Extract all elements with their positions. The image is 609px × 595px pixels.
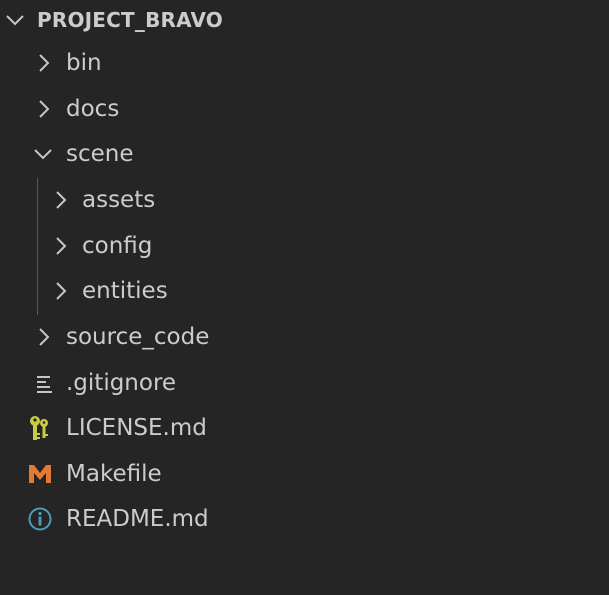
chevron-right-icon[interactable]: [31, 51, 55, 75]
tree-item-label: README.md: [66, 506, 209, 532]
tree-item-label: entities: [82, 278, 168, 304]
explorer-root-header[interactable]: PROJECT_BRAVO: [0, 0, 609, 40]
chevron-right-icon[interactable]: [31, 97, 55, 121]
tree-item-label: assets: [82, 187, 156, 213]
chevron-right-icon[interactable]: [48, 234, 72, 258]
tree-item-label: docs: [66, 96, 120, 122]
tree-item-scene[interactable]: scene: [0, 132, 609, 176]
tree-item-readme[interactable]: README.md: [0, 497, 609, 541]
explorer-root-label: PROJECT_BRAVO: [37, 8, 223, 32]
tree-item-docs[interactable]: docs: [0, 87, 609, 131]
tree-item-license[interactable]: LICENSE.md: [0, 406, 609, 450]
tree-item-source-code[interactable]: source_code: [0, 315, 609, 359]
info-icon: [27, 506, 53, 532]
tree-item-gitignore[interactable]: .gitignore: [0, 361, 609, 405]
tree-item-entities[interactable]: entities: [0, 269, 609, 313]
tree-item-label: bin: [66, 50, 102, 76]
chevron-right-icon[interactable]: [48, 279, 72, 303]
tree-item-label: config: [82, 233, 153, 259]
lines-icon: [31, 370, 57, 396]
chevron-right-icon[interactable]: [31, 325, 55, 349]
tree-item-label: .gitignore: [66, 370, 177, 396]
key-icon: [26, 415, 52, 441]
tree-item-assets[interactable]: assets: [0, 178, 609, 222]
makefile-m-icon: [27, 461, 53, 487]
file-explorer: PROJECT_BRAVO bin docs scene assets conf…: [0, 0, 609, 595]
tree-item-bin[interactable]: bin: [0, 41, 609, 85]
chevron-down-icon[interactable]: [31, 142, 55, 166]
chevron-down-icon[interactable]: [3, 8, 27, 32]
tree-item-makefile[interactable]: Makefile: [0, 452, 609, 496]
tree-item-label: LICENSE.md: [66, 415, 207, 441]
tree-item-label: source_code: [66, 324, 210, 350]
tree-item-label: Makefile: [66, 461, 162, 487]
chevron-right-icon[interactable]: [48, 188, 72, 212]
tree-item-label: scene: [66, 141, 134, 167]
tree-item-config[interactable]: config: [0, 224, 609, 268]
